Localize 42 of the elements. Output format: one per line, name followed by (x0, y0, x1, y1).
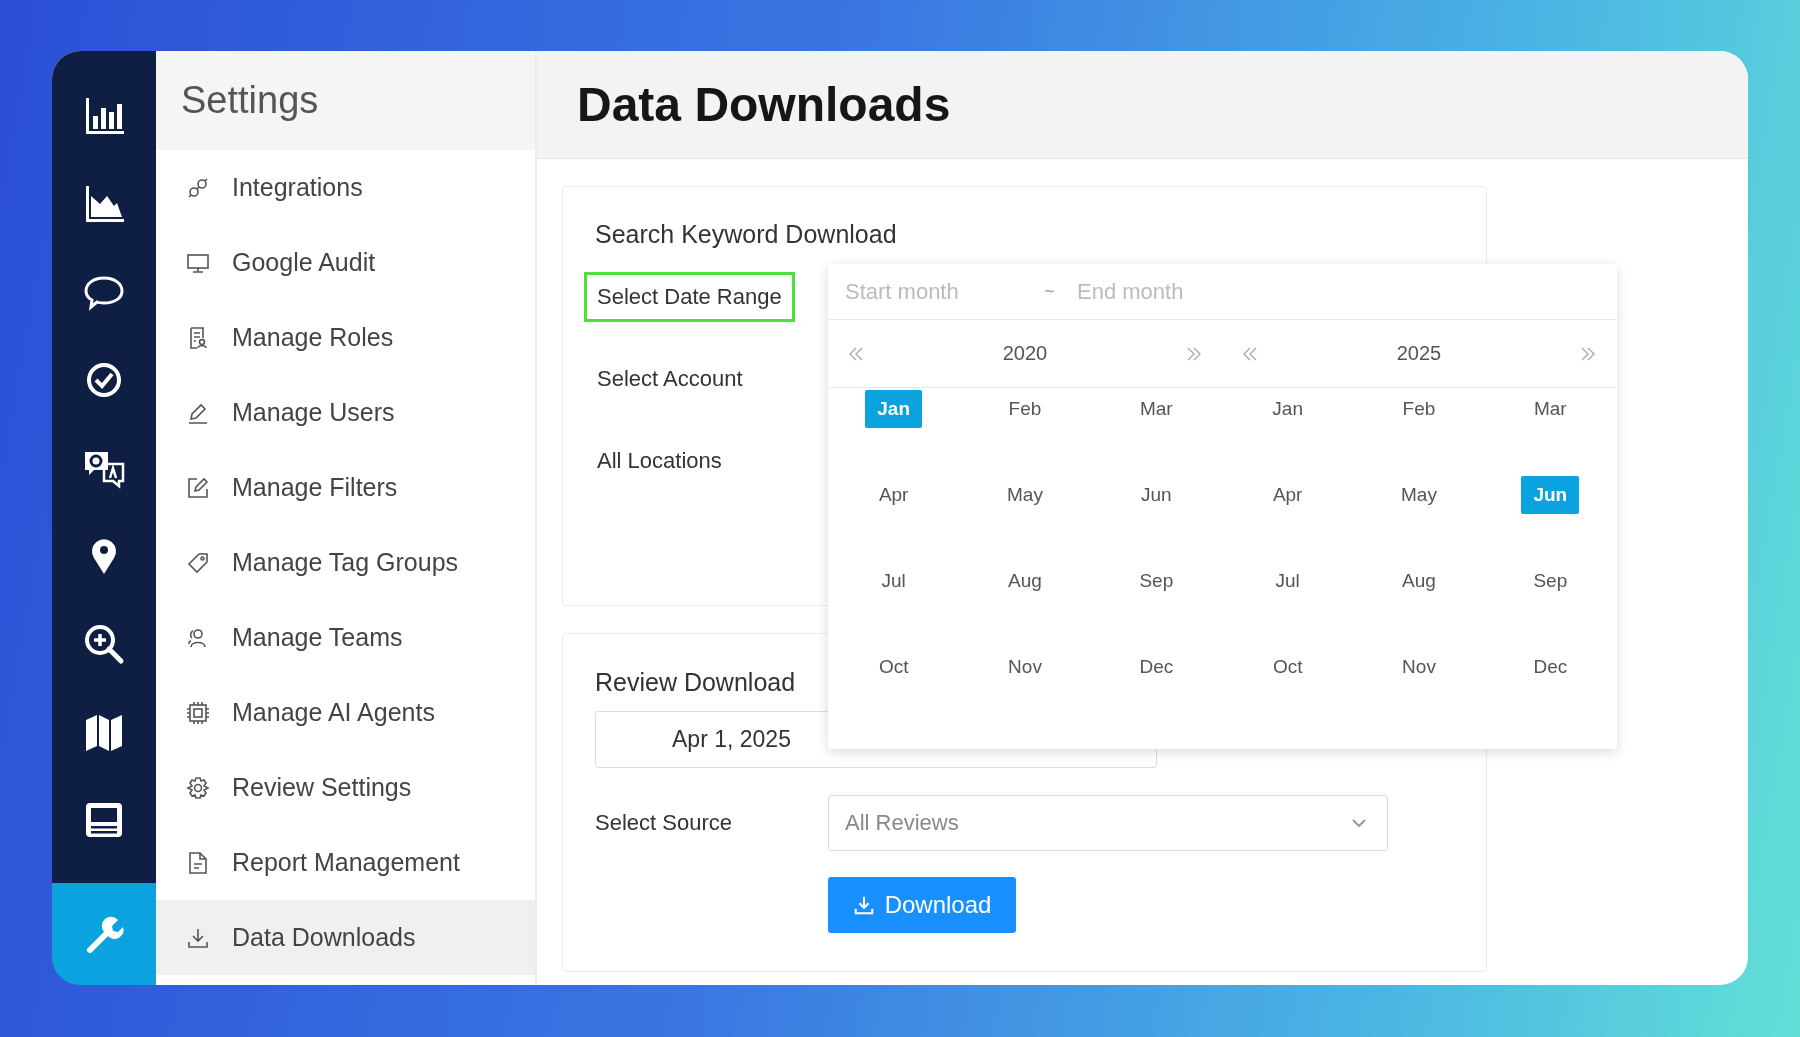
year-label[interactable]: 2025 (1396, 342, 1442, 365)
month-cell[interactable]: Apr (1260, 476, 1315, 514)
document-icon (186, 850, 210, 875)
field-label: Select Account (596, 365, 744, 393)
range-separator: ~ (1044, 281, 1056, 302)
month-cell[interactable]: Aug (996, 562, 1054, 600)
month-cell[interactable]: Mar (1127, 390, 1185, 428)
month-cell[interactable]: Jul (1263, 562, 1312, 600)
month-cell[interactable]: Dec (1127, 648, 1186, 686)
tag-icon (186, 550, 210, 575)
month-cell[interactable]: Apr (866, 476, 921, 514)
month-cell[interactable]: Oct (1260, 648, 1315, 686)
month-cell[interactable]: Sep (1127, 562, 1186, 600)
field-label: Select Date Range (584, 272, 795, 322)
zoom-in-icon (82, 622, 126, 666)
card-title: Search Keyword Download (595, 220, 897, 249)
year-label[interactable]: 2020 (1002, 342, 1048, 365)
chip-icon (186, 700, 210, 725)
month-cell[interactable]: Mar (1521, 390, 1579, 428)
edit-icon (186, 475, 210, 500)
month-cell[interactable]: Nov (1390, 648, 1448, 686)
month-cell[interactable]: Sep (1521, 562, 1580, 600)
month-cell[interactable]: Aug (1390, 562, 1448, 600)
month-cell[interactable]: Jun (1129, 476, 1184, 514)
month-cell[interactable]: May (995, 476, 1055, 514)
download-icon (852, 894, 875, 916)
card-title: Review Download (595, 668, 796, 697)
settings-icon (186, 775, 210, 800)
month-cell[interactable]: Nov (996, 648, 1054, 686)
settings-nav-item[interactable]: Data Downloads (156, 900, 535, 975)
month-cell[interactable]: Feb (1390, 390, 1448, 428)
month-cell[interactable]: Jul (869, 562, 918, 600)
page-title: Data Downloads (577, 77, 951, 132)
month-cell[interactable]: May (1389, 476, 1449, 514)
month-cell[interactable]: Feb (996, 390, 1054, 428)
month-cell[interactable]: Jan (1260, 390, 1315, 428)
field-label: Select Source (595, 810, 733, 836)
month-cell[interactable]: Dec (1521, 648, 1580, 686)
source-select[interactable]: All Reviews (828, 795, 1388, 851)
field-label: All Locations (596, 447, 723, 475)
settings-title: Settings (181, 79, 319, 122)
month-cell[interactable]: Oct (866, 648, 921, 686)
